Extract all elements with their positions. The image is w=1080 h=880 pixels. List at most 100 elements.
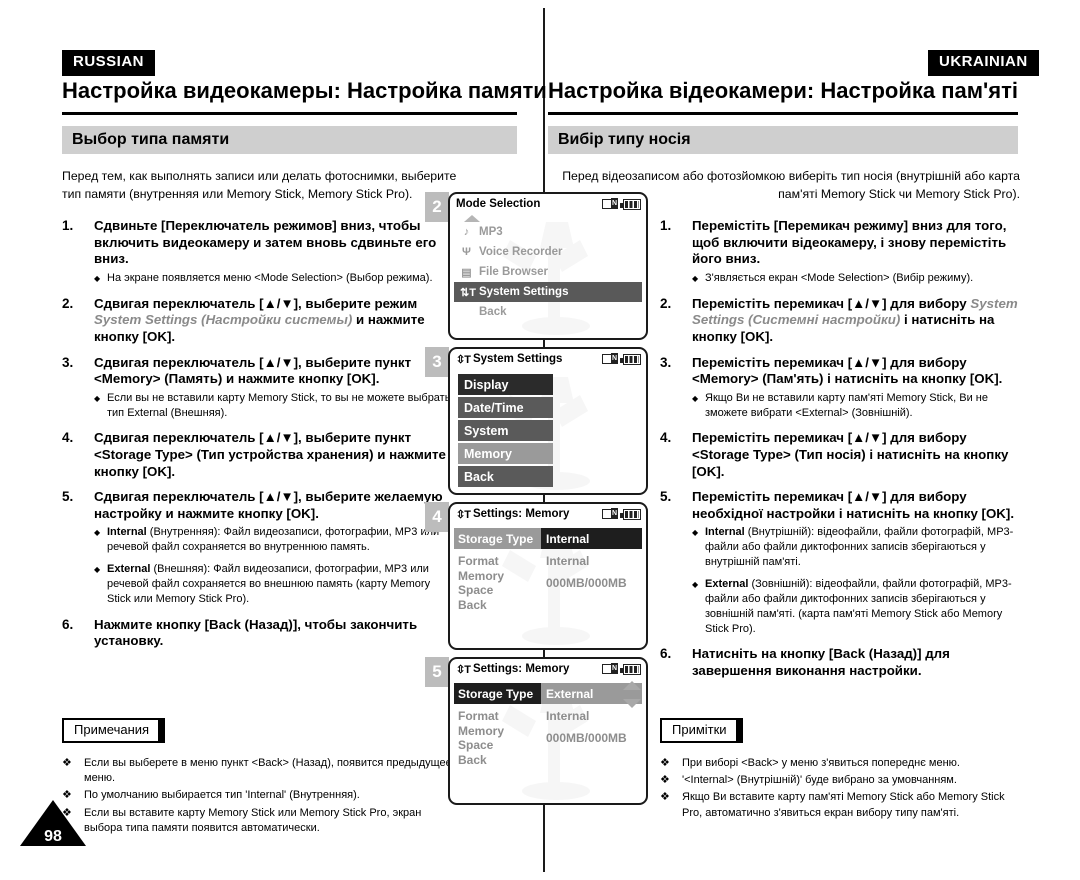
step-bullet: ◆ Internal (Внутрішній): відеофайли, файл… — [692, 525, 1020, 570]
step-body: Нажмите кнопку [Back (Назад)], чтобы зак… — [94, 617, 452, 650]
lcd-menu-list: ♪ MP3 Ψ Voice Recorder ▤ File Browser ⇅T System… — [450, 215, 646, 322]
lcd-title-text: System Settings — [472, 353, 563, 365]
step-body: Перемістіть перемикач [▲/▼] для вибору н… — [692, 489, 1020, 637]
step-title: Сдвигая переключатель [▲/▼], выберите пу… — [94, 430, 446, 479]
lcd-status-icons — [602, 198, 641, 210]
scroll-up-arrow-icon[interactable] — [464, 215, 480, 222]
step-number: 2. — [62, 295, 74, 311]
section-heading-text: Вибір типу носія — [558, 131, 691, 148]
step-body: Сдвигая переключатель [▲/▼], выберите пу… — [94, 355, 452, 422]
lcd-menu-item-label: System Settings — [479, 286, 569, 298]
chapter-title-ukrainian: Настройка відеокамери: Настройка пам'яті — [548, 78, 1018, 112]
step-reference-badge: 4 — [425, 502, 449, 532]
lcd-menu-button-label: Memory — [464, 446, 512, 461]
step-bullet-list: ◆ Якщо Ви не вставили карту пам'яті Memor… — [692, 391, 1020, 421]
lcd-menu-item[interactable]: ▤ File Browser — [454, 262, 642, 282]
lcd-menu-item[interactable]: ♪ MP3 — [454, 222, 642, 242]
diamond-bullet-icon: ◆ — [94, 273, 101, 283]
notes-label-ukrainian: Примітки — [660, 718, 743, 744]
step-title-emphasis: System Settings (Настройки системы) — [94, 312, 353, 328]
step-bullet-text: З'являється екран <Mode Selection> (Вибі… — [705, 271, 974, 284]
step-bullet: ◆ З'являється екран <Mode Selection> (Виб… — [692, 271, 1020, 286]
lcd-settings-row[interactable]: Back — [454, 594, 642, 615]
step-item: 2. Перемістіть перемикач [▲/▼] для вибору… — [660, 296, 1020, 346]
note-text: Якщо Ви вставите карту пам'яті Memory St… — [682, 791, 1005, 819]
step-title: Перемістіть перемикач [▲/▼] для вибору <… — [692, 354, 1003, 387]
lcd-title: Mode Selection — [456, 198, 602, 210]
lcd-settings-key: Storage Type — [454, 528, 541, 549]
step-bullet: ◆ External (Зовнішній): відеофайли, файли… — [692, 577, 1020, 636]
lcd-menu-item[interactable]: Ψ Voice Recorder — [454, 242, 642, 262]
note-text: При виборі <Back> у меню з'явиться попер… — [682, 757, 960, 769]
diamond-bullet-icon: ◆ — [692, 579, 699, 589]
section-heading-russian: Выбор типа памяти — [62, 126, 517, 154]
tools-icon: ⇳T — [456, 508, 471, 521]
language-tag-russian: RUSSIAN — [62, 50, 156, 76]
step-number: 5. — [660, 489, 672, 505]
step-bullet: ◆ Если вы не вставили карту Memory Stick,… — [94, 391, 452, 421]
lcd-menu-button[interactable]: System — [458, 420, 553, 441]
chapter-title-russian: Настройка видеокамеры: Настройка памяти — [62, 78, 547, 112]
step-bullet-text: External (Зовнішній): відеофайли, файли … — [705, 577, 1012, 635]
step-number: 4. — [660, 430, 672, 446]
step-title: Перемістіть [Перемикач режиму] вниз для … — [692, 218, 1007, 267]
step-reference-badge: 3 — [425, 347, 449, 377]
section-heading-text: Выбор типа памяти — [72, 131, 230, 148]
step-bullet-text: Internal (Внутренняя): Файл видеозаписи,… — [107, 526, 440, 554]
step-title: Перемістіть перемикач [▲/▼] для вибору н… — [692, 489, 1015, 521]
lcd-menu-item[interactable]: Back — [454, 302, 642, 322]
scroll-down-arrow-icon[interactable] — [623, 699, 641, 708]
document-icon: ▤ — [461, 266, 472, 279]
step-item: 6. Натисніть на кнопку [Back (Назад)] для… — [660, 646, 1020, 679]
lcd-settings-row[interactable]: Memory Space 000MB/000MB — [454, 569, 642, 597]
title-rule-right — [548, 112, 1018, 115]
step-body: Сдвиньте [Переключатель режимов] вниз, ч… — [94, 218, 452, 287]
clover-bullet-icon: ❖ — [62, 757, 72, 769]
lcd-settings-row[interactable]: Storage Type External — [454, 683, 642, 704]
lcd-menu-button-label: Back — [464, 469, 494, 484]
lcd-menu-button[interactable]: Back — [458, 466, 553, 487]
notes-list-russian: ❖ Если вы выберете в меню пункт <Back> (Н… — [62, 756, 462, 838]
memory-card-icon — [602, 663, 618, 674]
lcd-menu-item-label: File Browser — [479, 266, 549, 278]
lcd-menu-item-label: Back — [479, 306, 507, 318]
lcd-menu-item-label: MP3 — [479, 226, 503, 238]
step-number: 3. — [660, 354, 672, 370]
note-item: ❖ '<Internal> (Внутрішній)' буде вибрано … — [660, 773, 1022, 788]
lcd-title-text: Mode Selection — [456, 198, 541, 210]
step-bullet-list: ◆ З'являється екран <Mode Selection> (Виб… — [692, 271, 1020, 286]
step-title: Сдвигая переключатель [▲/▼], выберите же… — [94, 489, 443, 521]
lcd-title-text: Settings: Memory — [472, 508, 570, 520]
page-number: 98 — [44, 828, 62, 845]
tools-icon: ⇳T — [456, 353, 471, 366]
step-reference-badge: 5 — [425, 657, 449, 687]
step-item: 2. Сдвигая переключатель [▲/▼], выберите … — [62, 296, 452, 346]
lcd-settings-row[interactable]: Back — [454, 749, 642, 770]
lcd-settings-key: Memory Space — [458, 723, 505, 752]
lcd-settings-row[interactable]: Memory Space 000MB/000MB — [454, 724, 642, 752]
scroll-up-arrow-icon[interactable] — [623, 681, 641, 690]
lcd-menu-button[interactable]: Date/Time — [458, 397, 553, 418]
lcd-menu-item[interactable]: ⇅T System Settings — [454, 282, 642, 302]
lcd-settings-list: Storage Type External Format Internal Memory… — [450, 679, 646, 770]
lcd-settings-row[interactable]: Storage Type Internal — [454, 528, 642, 549]
step-number: 3. — [62, 354, 74, 370]
clover-bullet-icon: ❖ — [660, 757, 670, 769]
step-bullet-list: ◆ Internal (Внутрішній): відеофайли, файл… — [692, 525, 1020, 636]
step-title: Сдвиньте [Переключатель режимов] вниз, ч… — [94, 218, 437, 267]
note-text: '<Internal> (Внутрішній)' буде вибрано з… — [682, 774, 957, 787]
step-bullet-text: Internal (Внутрішній): відеофайли, файли… — [705, 526, 1014, 569]
lcd-settings-value: 000MB/000MB — [546, 730, 627, 745]
clover-bullet-icon: ❖ — [660, 774, 670, 787]
lcd-status-icons — [602, 663, 641, 675]
battery-icon — [620, 508, 641, 520]
step-bullet-text: На экране появляется меню <Mode Selectio… — [107, 271, 433, 284]
lcd-menu-button[interactable]: Memory — [458, 443, 553, 464]
step-body: Сдвигая переключатель [▲/▼], выберите пу… — [94, 430, 452, 480]
notes-list-ukrainian: ❖ При виборі <Back> у меню з'явиться попе… — [660, 756, 1022, 823]
music-note-icon: ♪ — [463, 226, 470, 238]
step-reference-badge: 2 — [425, 192, 449, 222]
step-number: 1. — [660, 218, 672, 233]
lcd-menu-button[interactable]: Display — [458, 374, 553, 395]
lcd-screen-3: 3 ⇳TSystem Settings Display Date/Time System… — [425, 347, 648, 495]
